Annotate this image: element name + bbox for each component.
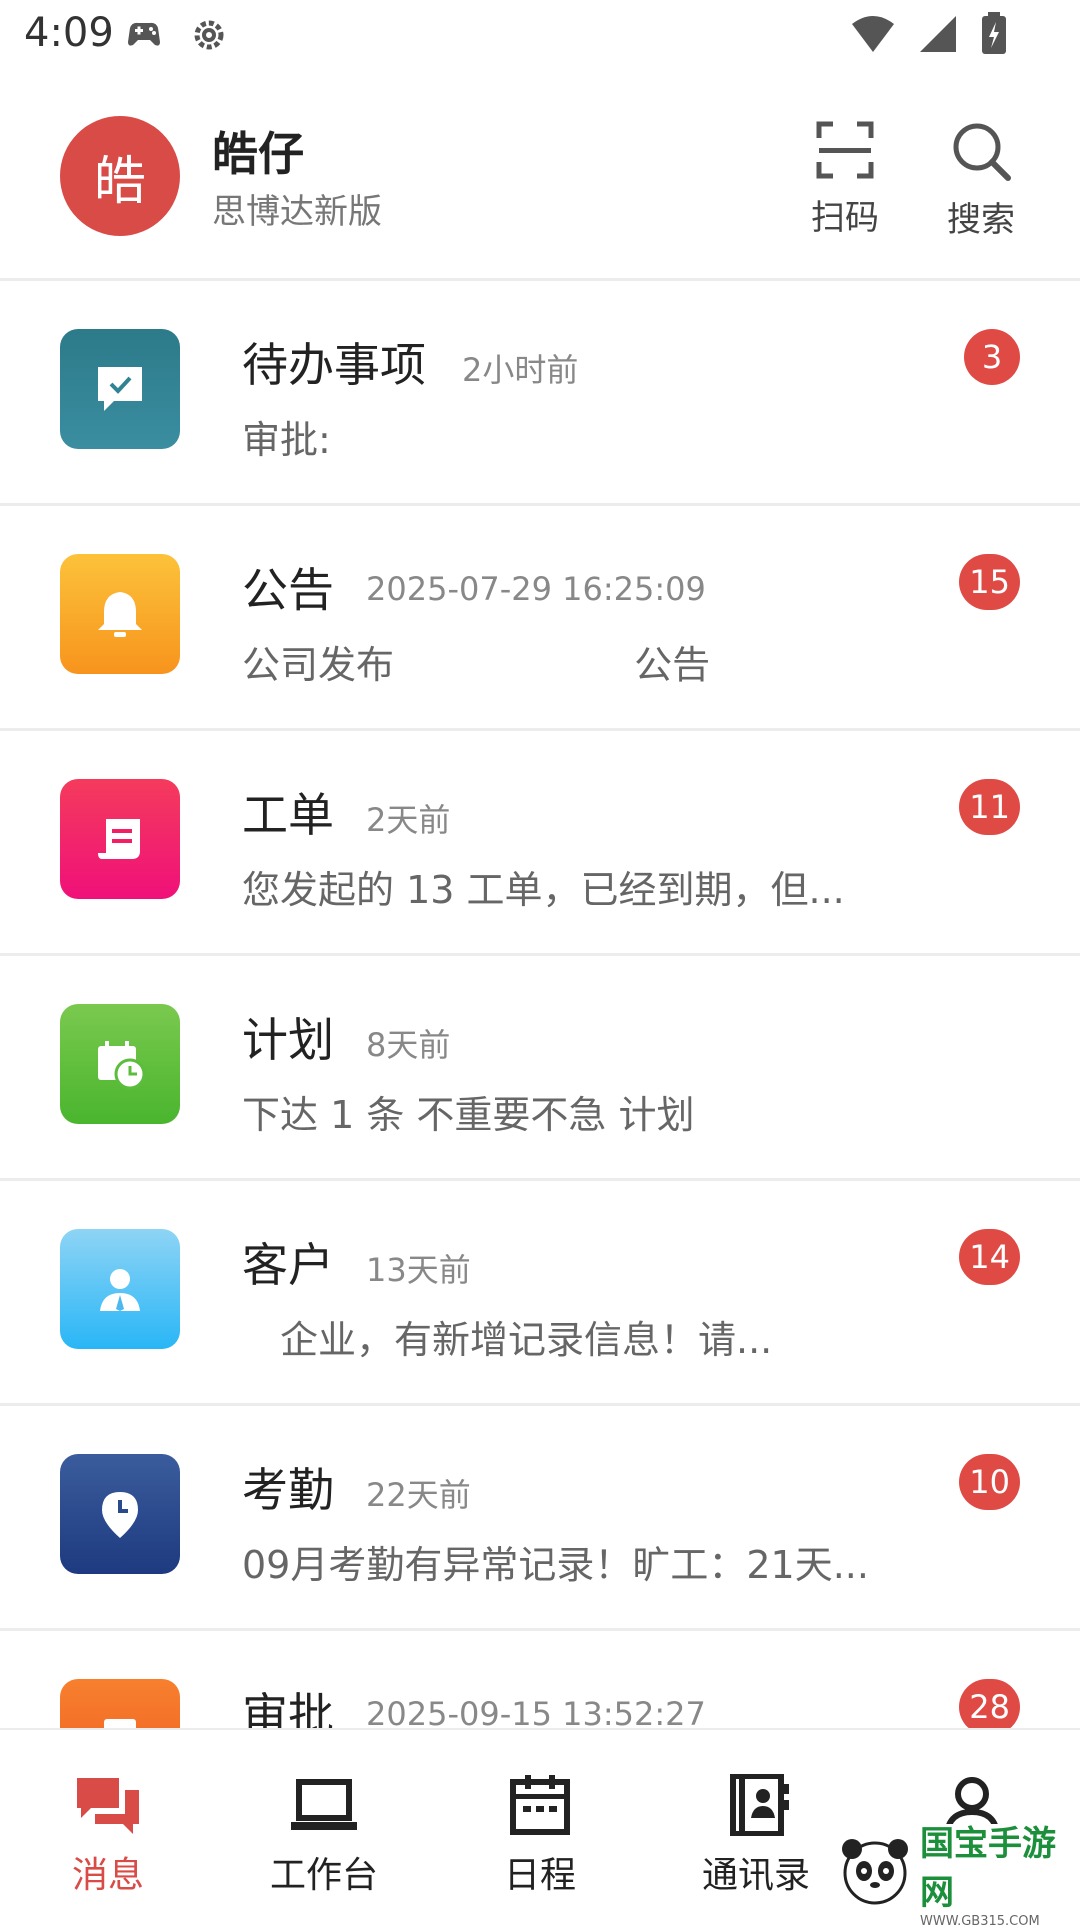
unread-badge: 11 — [959, 779, 1020, 835]
nav-messages[interactable]: 消息 — [28, 1774, 188, 1914]
watermark-text: 国宝手游网 — [920, 1823, 1056, 1913]
message-title: 考勤 — [242, 1463, 334, 1517]
message-time: 2小时前 — [462, 351, 579, 389]
battery-icon — [980, 12, 1008, 60]
unread-badge: 15 — [959, 554, 1020, 610]
search-label: 搜索 — [947, 200, 1015, 240]
message-title: 客户 — [242, 1238, 334, 1292]
message-preview: 您发起的 13 工单，已经到期，但... — [242, 868, 845, 912]
message-time: 8天前 — [366, 1026, 451, 1064]
unread-badge: 14 — [959, 1229, 1020, 1285]
settings-icon — [188, 14, 230, 60]
bell-icon — [60, 554, 180, 674]
todo-icon — [60, 329, 180, 449]
nav-messages-label: 消息 — [71, 1855, 144, 1896]
laptop-icon — [289, 1774, 359, 1840]
message-time: 2025-07-29 16:25:09 — [366, 570, 706, 608]
message-item-todo[interactable]: 待办事项 2小时前 审批: 3 — [0, 281, 1080, 506]
nav-workbench[interactable]: 工作台 — [244, 1774, 404, 1914]
search-button[interactable]: 搜索 — [926, 120, 1036, 250]
status-time: 4:09 — [24, 10, 114, 56]
calendar-icon — [505, 1774, 575, 1840]
message-item-work-order[interactable]: 工单 2天前 您发起的 13 工单，已经到期，但... 11 — [0, 731, 1080, 956]
message-item-plan[interactable]: 计划 8天前 下达 1 条 不重要不急 计划 — [0, 956, 1080, 1181]
approval-icon — [60, 1679, 180, 1731]
gamepad-icon — [124, 14, 164, 58]
status-bar: 4:09 — [0, 0, 1080, 72]
message-time: 22天前 — [366, 1476, 471, 1514]
message-preview: 下达 1 条 不重要不急 计划 — [242, 1093, 695, 1137]
unread-badge: 28 — [959, 1679, 1020, 1731]
message-preview: 09月考勤有异常记录！旷工：21天... — [242, 1543, 869, 1587]
calendar-clock-icon — [60, 1004, 180, 1124]
message-item-approval[interactable]: 审批 2025-09-15 13:52:27 28 — [0, 1631, 1080, 1731]
nav-contacts-label: 通讯录 — [701, 1855, 810, 1896]
avatar[interactable]: 皓 — [60, 116, 180, 236]
signal-icon — [918, 14, 958, 58]
user-subtitle: 思博达新版 — [212, 192, 382, 232]
message-item-announcement[interactable]: 公告 2025-07-29 16:25:09 公司发布 公告 15 — [0, 506, 1080, 731]
unread-badge: 10 — [959, 1454, 1020, 1510]
user-name: 皓仔 — [212, 127, 304, 181]
watermark: 国宝手游网 WWW.GB315.COM — [830, 1824, 1080, 1929]
scan-label: 扫码 — [811, 198, 879, 238]
attendance-icon — [60, 1454, 180, 1574]
nav-schedule[interactable]: 日程 — [460, 1774, 620, 1914]
wifi-icon — [850, 14, 896, 58]
message-item-customer[interactable]: 客户 13天前 企业，有新增记录信息！请... 14 — [0, 1181, 1080, 1406]
message-preview: 企业，有新增记录信息！请... — [242, 1318, 773, 1362]
message-time: 2天前 — [366, 801, 451, 839]
message-time: 2025-09-15 13:52:27 — [366, 1695, 706, 1731]
message-title: 计划 — [242, 1013, 334, 1067]
scan-button[interactable]: 扫码 — [790, 120, 900, 250]
nav-schedule-label: 日程 — [503, 1855, 576, 1896]
message-item-attendance[interactable]: 考勤 22天前 09月考勤有异常记录！旷工：21天... 10 — [0, 1406, 1080, 1631]
contacts-icon — [721, 1773, 791, 1840]
message-preview: 审批: — [242, 418, 331, 462]
work-order-icon — [60, 779, 180, 899]
header: 皓 皓仔 思博达新版 扫码 搜索 — [0, 100, 1080, 280]
message-title: 公告 — [242, 563, 334, 617]
nav-contacts[interactable]: 通讯录 — [676, 1773, 836, 1914]
chat-icon — [73, 1774, 143, 1840]
nav-workbench-label: 工作台 — [269, 1855, 378, 1896]
watermark-sub: WWW.GB315.COM — [920, 1913, 1040, 1929]
message-title: 待办事项 — [242, 338, 426, 392]
panda-icon — [838, 1833, 912, 1911]
message-list[interactable]: 待办事项 2小时前 审批: 3 公告 2025-07-29 16:25:09 公… — [0, 281, 1080, 1731]
scan-icon — [815, 120, 875, 184]
message-time: 13天前 — [366, 1251, 471, 1289]
customer-icon — [60, 1229, 180, 1349]
message-preview: 公司发布 公告 — [242, 643, 711, 687]
message-title: 工单 — [242, 788, 334, 842]
message-title: 审批 — [242, 1688, 334, 1731]
search-icon — [950, 120, 1012, 186]
unread-badge: 3 — [964, 329, 1020, 385]
